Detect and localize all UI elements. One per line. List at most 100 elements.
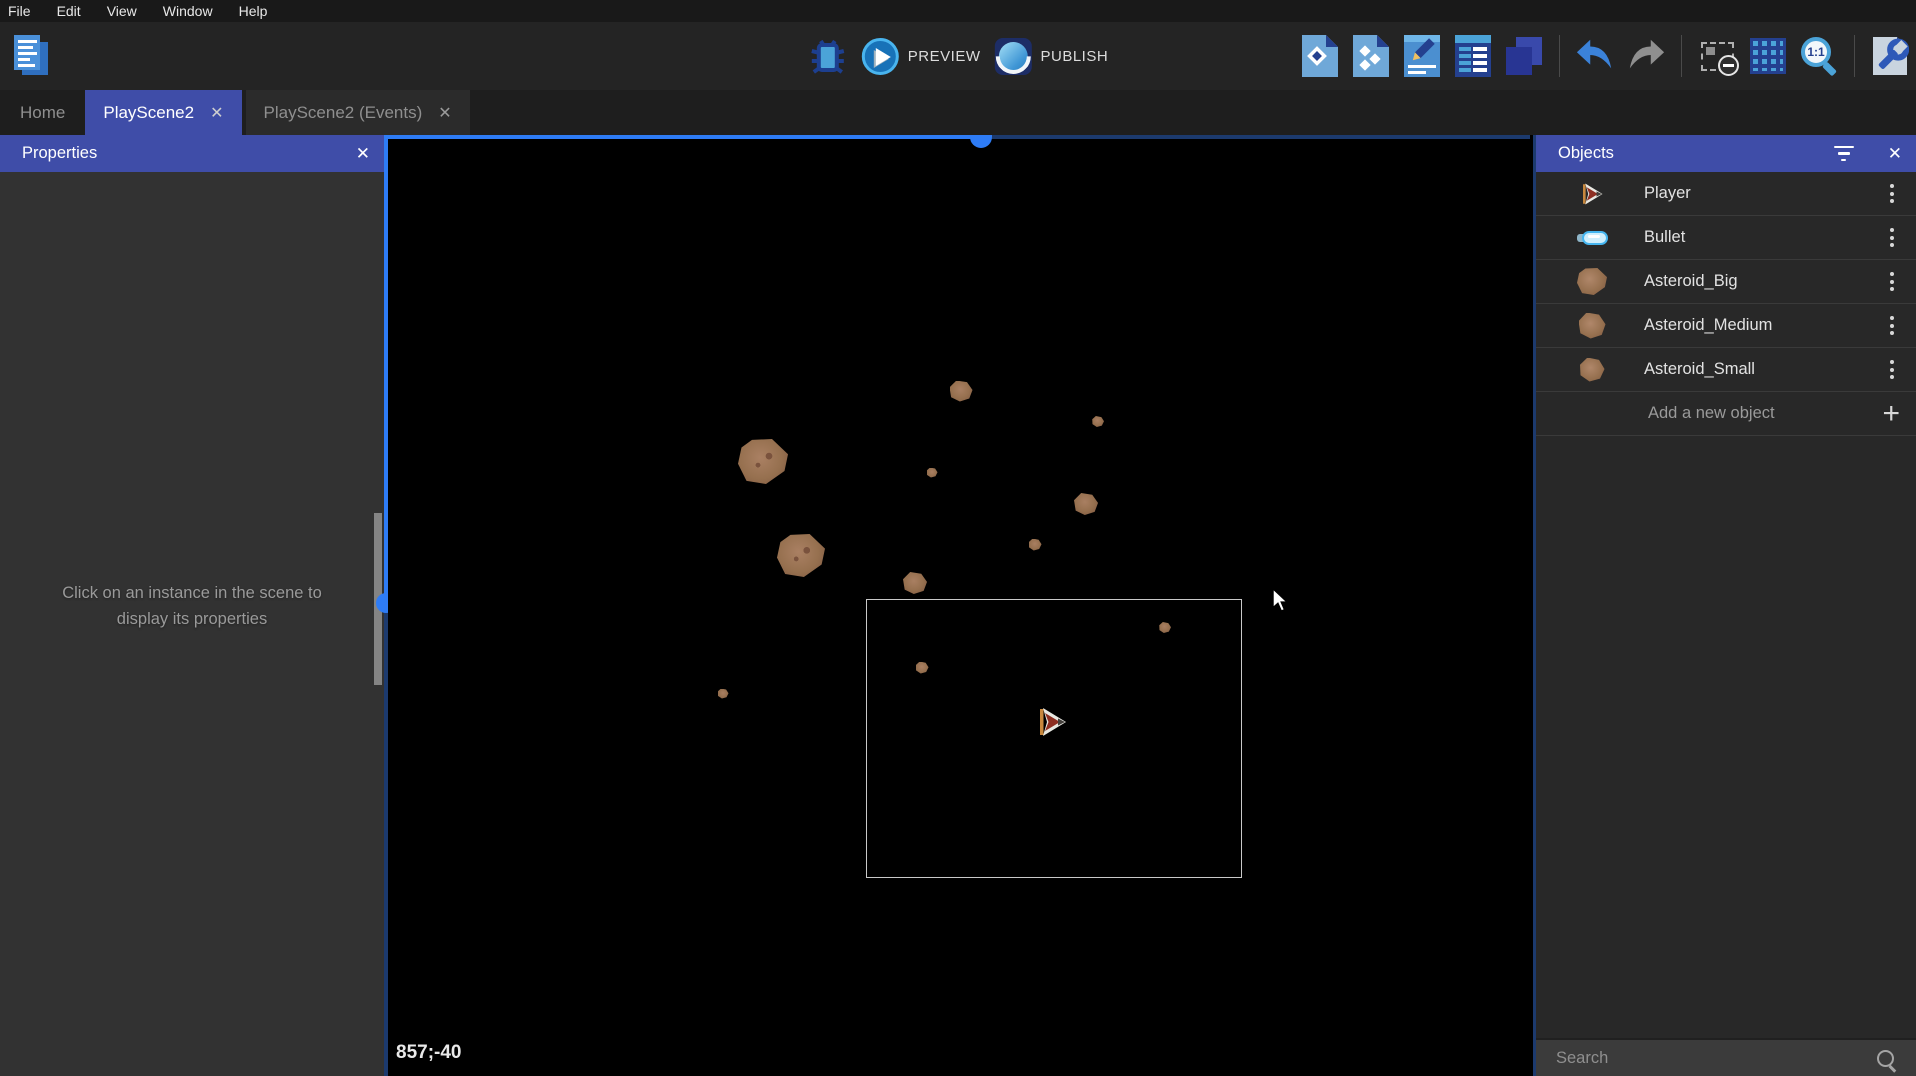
object-list-item[interactable]: Player: [1536, 172, 1916, 216]
asteroid-medium-icon: [1576, 311, 1608, 341]
toolbar-separator: [1681, 35, 1682, 77]
asteroid-small-instance[interactable]: [1092, 416, 1104, 427]
filter-icon[interactable]: [1834, 146, 1854, 162]
object-name: Player: [1644, 184, 1886, 203]
properties-title: Properties: [22, 144, 356, 163]
main-area: Properties ✕ Click on an instance in the…: [0, 135, 1916, 1076]
zoom-1-1-button[interactable]: 1:1: [1799, 33, 1839, 79]
object-name: Asteroid_Big: [1644, 272, 1886, 291]
object-menu-kebab-icon[interactable]: [1886, 268, 1898, 295]
object-menu-kebab-icon[interactable]: [1886, 180, 1898, 207]
asteroid-medium-instance[interactable]: [903, 572, 927, 594]
bug-icon: [808, 35, 848, 77]
redo-button[interactable]: [1626, 33, 1666, 79]
project-manager-icon: [10, 33, 52, 79]
object-groups-icon: [1353, 35, 1389, 77]
properties-empty-message: Click on an instance in the scene to dis…: [42, 580, 342, 632]
project-manager-button[interactable]: [8, 30, 54, 82]
tab-close-icon[interactable]: ✕: [438, 103, 451, 123]
camera-bounds-rect: [866, 599, 1242, 878]
menu-bar: File Edit View Window Help: [0, 0, 1916, 22]
scene-properties-button[interactable]: [1402, 33, 1442, 79]
layers-editor-button[interactable]: [1453, 33, 1493, 79]
player-ship-icon: [1576, 179, 1608, 209]
asteroid-medium-instance[interactable]: [1074, 493, 1098, 515]
properties-header: Properties ✕: [0, 135, 384, 172]
objects-panel: Objects ✕ Player Bullet Asteroid_Big Ast…: [1533, 135, 1916, 1076]
debugger-button[interactable]: [808, 33, 848, 79]
properties-close-icon[interactable]: ✕: [356, 144, 370, 164]
properties-panel: Properties ✕ Click on an instance in the…: [0, 135, 384, 1076]
undo-icon: [1575, 37, 1615, 75]
bullet-icon: [1576, 223, 1608, 253]
instances-list-icon: [1504, 35, 1544, 77]
asteroid-small-instance[interactable]: [718, 689, 729, 699]
object-name: Asteroid_Small: [1644, 360, 1886, 379]
object-list-item[interactable]: Asteroid_Big: [1536, 260, 1916, 304]
menu-edit[interactable]: Edit: [57, 3, 81, 19]
menu-view[interactable]: View: [107, 3, 137, 19]
player-ship-instance[interactable]: [1034, 706, 1070, 738]
object-groups-button[interactable]: [1351, 33, 1391, 79]
publish-label: PUBLISH: [1040, 48, 1108, 65]
object-list-item[interactable]: Bullet: [1536, 216, 1916, 260]
scene-top-handle[interactable]: [970, 135, 992, 148]
settings-wrench-icon: [1871, 35, 1909, 77]
preview-label: PREVIEW: [908, 48, 981, 65]
object-name: Bullet: [1644, 228, 1886, 247]
object-menu-kebab-icon[interactable]: [1886, 356, 1898, 383]
tab-home[interactable]: Home: [0, 90, 85, 135]
plus-icon[interactable]: +: [1882, 399, 1900, 429]
asteroid-small-icon: [1576, 355, 1608, 385]
instances-list-button[interactable]: [1504, 33, 1544, 79]
object-menu-kebab-icon[interactable]: [1886, 224, 1898, 251]
undo-button[interactable]: [1575, 33, 1615, 79]
grid-icon: [1750, 38, 1786, 74]
asteroid-big-icon: [1576, 267, 1608, 297]
preview-button[interactable]: PREVIEW: [862, 38, 981, 75]
add-object-label: Add a new object: [1648, 404, 1882, 423]
delete-selection-icon: [1701, 42, 1734, 71]
objects-list: Player Bullet Asteroid_Big Asteroid_Medi…: [1536, 172, 1916, 392]
objects-search-bar: [1536, 1038, 1916, 1076]
tab-playscene2[interactable]: PlayScene2 ✕: [85, 90, 241, 135]
asteroid-big-instance[interactable]: [738, 439, 788, 484]
search-icon: [1877, 1050, 1894, 1067]
mouse-cursor: [1270, 588, 1290, 612]
publish-globe-icon: [994, 38, 1031, 75]
scene-properties-icon: [1404, 35, 1440, 77]
asteroid-big-instance[interactable]: [777, 534, 825, 577]
object-list-item[interactable]: Asteroid_Small: [1536, 348, 1916, 392]
menu-file[interactable]: File: [8, 3, 31, 19]
menu-window[interactable]: Window: [163, 3, 213, 19]
toggle-grid-button[interactable]: [1748, 33, 1788, 79]
toolbar: PREVIEW PUBLISH: [0, 22, 1916, 90]
asteroid-medium-instance[interactable]: [950, 381, 973, 402]
redo-icon: [1626, 37, 1666, 75]
delete-selection-button[interactable]: [1697, 33, 1737, 79]
objects-close-icon[interactable]: ✕: [1888, 144, 1902, 164]
objects-editor-icon: [1302, 35, 1338, 77]
toolbar-separator: [1559, 35, 1560, 77]
object-name: Asteroid_Medium: [1644, 316, 1886, 335]
tab-bar: Home PlayScene2 ✕ PlayScene2 (Events) ✕: [0, 90, 1916, 135]
layers-editor-icon: [1455, 35, 1491, 77]
scene-canvas[interactable]: 857;-40: [388, 135, 1530, 1076]
objects-title: Objects: [1558, 144, 1834, 163]
toolbar-separator: [1854, 35, 1855, 77]
asteroid-small-instance[interactable]: [1029, 539, 1042, 551]
object-menu-kebab-icon[interactable]: [1886, 312, 1898, 339]
object-list-item[interactable]: Asteroid_Medium: [1536, 304, 1916, 348]
objects-header: Objects ✕: [1536, 135, 1916, 172]
zoom-1-1-icon: 1:1: [1799, 35, 1839, 77]
settings-button[interactable]: [1870, 33, 1910, 79]
asteroid-small-instance[interactable]: [927, 468, 938, 478]
publish-button[interactable]: PUBLISH: [994, 38, 1108, 75]
objects-search-input[interactable]: [1536, 1049, 1877, 1068]
objects-editor-button[interactable]: [1300, 33, 1340, 79]
tab-playscene2-events[interactable]: PlayScene2 (Events) ✕: [246, 90, 470, 135]
add-object-row[interactable]: Add a new object +: [1536, 392, 1916, 436]
tab-close-icon[interactable]: ✕: [210, 103, 223, 123]
menu-help[interactable]: Help: [239, 3, 268, 19]
scene-top-divider[interactable]: [388, 135, 1530, 139]
